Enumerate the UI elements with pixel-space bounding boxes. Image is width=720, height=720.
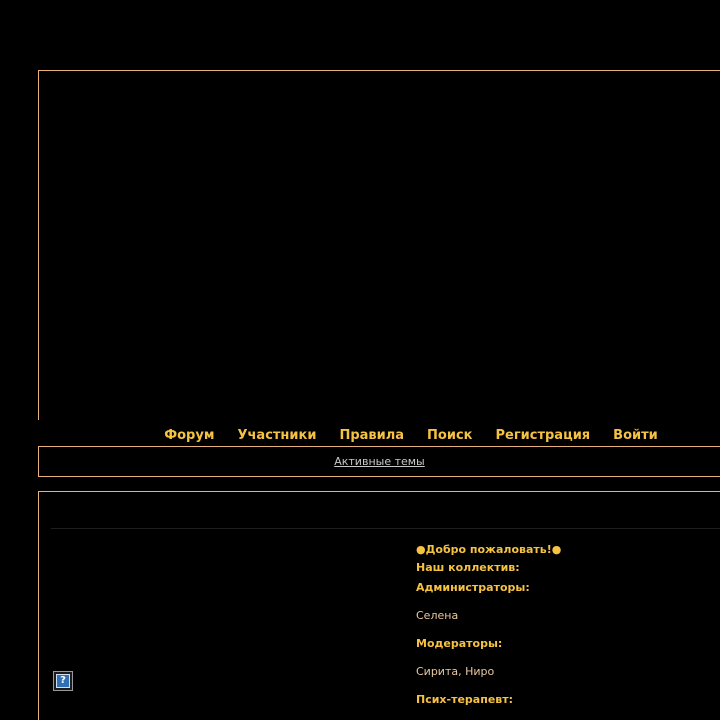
moderators-heading: Модераторы: <box>416 637 503 650</box>
psychotherapist-heading: Псих-терапевт: <box>416 693 514 706</box>
sub-navigation-bar: Активные темы <box>38 446 720 477</box>
team-heading: Наш коллектив: <box>416 561 520 574</box>
header-banner <box>38 70 720 420</box>
help-icon[interactable]: ? <box>53 671 73 691</box>
welcome-heading: ●Добро пожаловать!● <box>416 543 562 556</box>
nav-item-members[interactable]: Участники <box>237 428 316 444</box>
welcome-info-block: ●Добро пожаловать!● Наш коллектив: Админ… <box>416 542 716 707</box>
active-topics-link[interactable]: Активные темы <box>334 455 425 468</box>
nav-item-register[interactable]: Регистрация <box>496 428 591 444</box>
moderators-list: Сирита, Ниро <box>416 665 495 678</box>
nav-item-login[interactable]: Войти <box>613 428 658 444</box>
nav-item-rules[interactable]: Правила <box>339 428 404 444</box>
nav-item-search[interactable]: Поиск <box>427 428 472 444</box>
main-panel: ? ●Добро пожаловать!● Наш коллектив: Адм… <box>38 491 720 720</box>
admins-list: Селена <box>416 609 459 622</box>
main-nav: Форум Участники Правила Поиск Регистраци… <box>38 428 720 444</box>
nav-item-forum[interactable]: Форум <box>164 428 214 444</box>
question-mark-icon: ? <box>56 674 70 688</box>
admins-heading: Администраторы: <box>416 581 530 594</box>
page: Форум Участники Правила Поиск Регистраци… <box>0 0 720 720</box>
panel-divider <box>51 528 720 529</box>
